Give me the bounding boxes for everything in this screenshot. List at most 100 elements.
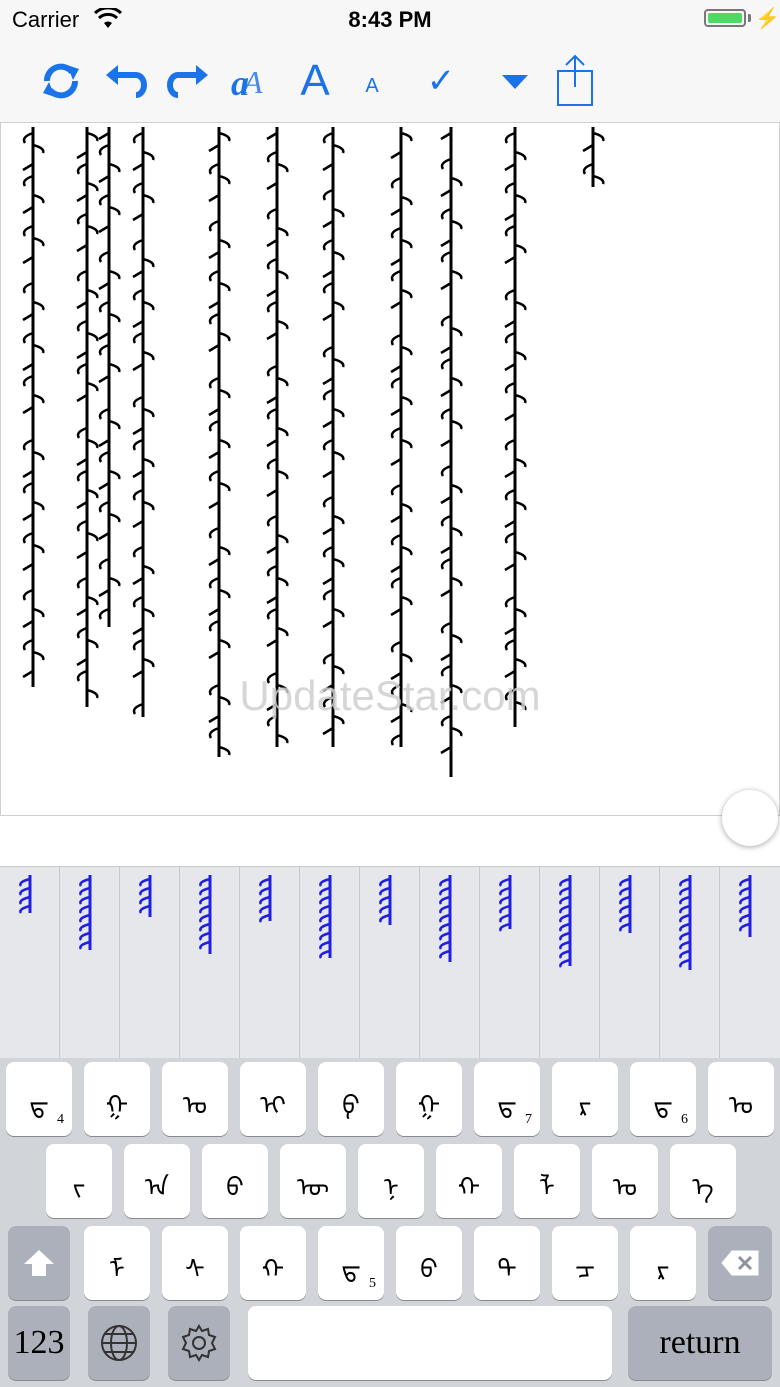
- suggestion-item[interactable]: [0, 867, 60, 1059]
- key-glyph: ᠳ: [497, 1091, 517, 1121]
- letter-key[interactable]: ᠯ: [514, 1144, 580, 1218]
- key-glyph: ᠮ: [109, 1255, 125, 1285]
- redo-button[interactable]: [164, 40, 214, 122]
- letter-key[interactable]: ᠭ: [84, 1062, 150, 1136]
- letter-key[interactable]: ᠣ: [592, 1144, 658, 1218]
- globe-icon: [101, 1325, 137, 1361]
- letter-key[interactable]: ᠷ: [552, 1062, 618, 1136]
- confirm-button[interactable]: ✓: [416, 40, 466, 122]
- check-icon: ✓: [426, 62, 456, 100]
- decrease-font-button[interactable]: A: [352, 40, 392, 122]
- suggestion-item[interactable]: [180, 867, 240, 1059]
- suggestion-glyph: [679, 875, 692, 970]
- suggestion-glyph: [379, 875, 392, 925]
- suggestion-bar: [0, 866, 780, 1059]
- key-glyph: ᠷ: [656, 1255, 670, 1285]
- letter-key[interactable]: ᠪ: [396, 1226, 462, 1300]
- suggestion-glyph: [139, 875, 152, 917]
- return-key[interactable]: return: [628, 1306, 772, 1380]
- status-bar: Carrier 8:43 PM ⚡: [0, 0, 780, 40]
- globe-key[interactable]: [88, 1306, 150, 1380]
- font-style-button[interactable]: a A: [226, 40, 276, 122]
- key-glyph: ᠯ: [539, 1173, 555, 1203]
- sync-icon: [43, 63, 79, 99]
- key-glyph: ᠳ: [29, 1091, 49, 1121]
- letter-key[interactable]: ᠬ: [240, 1226, 306, 1300]
- suggestion-item[interactable]: [120, 867, 180, 1059]
- letter-key[interactable]: ᠣ: [162, 1062, 228, 1136]
- key-glyph: ᠨ: [383, 1173, 399, 1203]
- letter-key[interactable]: ᠹ: [318, 1062, 384, 1136]
- backspace-icon: [721, 1250, 759, 1276]
- suggestion-item[interactable]: [300, 867, 360, 1059]
- letter-key[interactable]: ᠳ7: [474, 1062, 540, 1136]
- key-glyph: ᠳ: [653, 1091, 673, 1121]
- suggestion-glyph: [259, 875, 272, 923]
- undo-button[interactable]: [100, 40, 150, 122]
- numbers-key[interactable]: 123: [8, 1306, 70, 1380]
- letter-key[interactable]: ᠳ4: [6, 1062, 72, 1136]
- key-glyph: ᠵ: [72, 1173, 86, 1203]
- letter-key[interactable]: ᠳ5: [318, 1226, 384, 1300]
- numbers-key-label: 123: [13, 1324, 65, 1361]
- key-glyph: ᠥ: [296, 1173, 330, 1203]
- battery-icon: [704, 9, 746, 27]
- key-glyph: ᠳ: [341, 1255, 361, 1285]
- settings-key[interactable]: [168, 1306, 230, 1380]
- backspace-key[interactable]: [708, 1226, 772, 1300]
- key-glyph: ᠡ: [692, 1173, 714, 1203]
- watermark: UpdateStar.com: [239, 672, 541, 719]
- letter-key[interactable]: ᠷ: [630, 1226, 696, 1300]
- dropdown-button[interactable]: [490, 40, 540, 122]
- key-glyph: ᠬ: [457, 1173, 481, 1203]
- letter-key[interactable]: ᠵ: [46, 1144, 112, 1218]
- sync-button[interactable]: [36, 40, 86, 122]
- increase-font-button[interactable]: A: [290, 40, 340, 122]
- suggestion-item[interactable]: [240, 867, 300, 1059]
- shift-icon: [24, 1250, 54, 1276]
- return-key-label: return: [659, 1324, 741, 1361]
- svg-text:A: A: [241, 64, 263, 100]
- letter-key[interactable]: ᠴ: [552, 1226, 618, 1300]
- key-glyph: ᠣ: [612, 1173, 638, 1203]
- suggestion-item[interactable]: [600, 867, 660, 1059]
- suggestion-item[interactable]: [480, 867, 540, 1059]
- suggestion-item[interactable]: [720, 867, 780, 1059]
- redo-icon: [167, 65, 208, 98]
- share-button[interactable]: [550, 40, 600, 122]
- suggestion-item[interactable]: [360, 867, 420, 1059]
- key-glyph: ᠴ: [575, 1255, 595, 1285]
- undo-icon: [106, 65, 147, 98]
- letter-key[interactable]: ᠡ: [670, 1144, 736, 1218]
- letter-key[interactable]: ᠤ: [708, 1062, 774, 1136]
- letter-key[interactable]: ᠮ: [84, 1226, 150, 1300]
- letter-key[interactable]: ᠳ6: [630, 1062, 696, 1136]
- letter-key[interactable]: ᠬ: [436, 1144, 502, 1218]
- key-glyph: ᠬ: [261, 1255, 285, 1285]
- space-key[interactable]: [248, 1306, 612, 1380]
- key-sub-number: 6: [681, 1112, 688, 1127]
- suggestion-item[interactable]: [60, 867, 120, 1059]
- suggestion-item[interactable]: [420, 867, 480, 1059]
- shift-key[interactable]: [8, 1226, 70, 1300]
- letter-key[interactable]: ᠰ: [162, 1226, 228, 1300]
- key-glyph: ᠭ: [417, 1091, 441, 1121]
- letter-key[interactable]: ᠲ: [474, 1226, 540, 1300]
- letter-key[interactable]: ᠨ: [358, 1144, 424, 1218]
- key-sub-number: 4: [57, 1112, 64, 1127]
- suggestion-glyph: [439, 875, 452, 962]
- letter-key[interactable]: ᠢ: [240, 1062, 306, 1136]
- suggestion-item[interactable]: [660, 867, 720, 1059]
- key-glyph: ᠭ: [105, 1091, 129, 1121]
- key-glyph: ᠪ: [420, 1255, 438, 1285]
- scroll-handle[interactable]: [722, 790, 778, 846]
- letter-key[interactable]: ᠠ: [124, 1144, 190, 1218]
- letter-key[interactable]: ᠥ: [280, 1144, 346, 1218]
- gear-icon: [181, 1324, 217, 1362]
- suggestion-item[interactable]: [540, 867, 600, 1059]
- letter-key[interactable]: ᠪ: [202, 1144, 268, 1218]
- suggestion-glyph: [739, 875, 752, 937]
- key-glyph: ᠪ: [226, 1173, 244, 1203]
- key-glyph: ᠷ: [578, 1091, 592, 1121]
- letter-key[interactable]: ᠭ: [396, 1062, 462, 1136]
